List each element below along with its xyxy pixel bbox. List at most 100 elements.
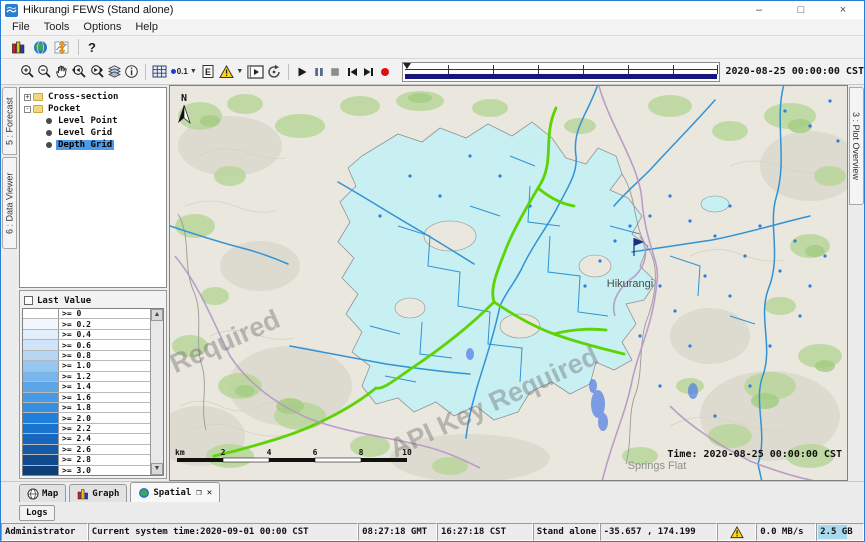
legend-row[interactable]: >= 2.2 xyxy=(23,424,150,434)
timeline-tick xyxy=(538,65,539,74)
forecast-manager-button[interactable] xyxy=(7,37,29,57)
play-button[interactable] xyxy=(294,62,311,82)
tree-item-depth-grid[interactable]: Depth Grid xyxy=(20,139,166,151)
color-swatch xyxy=(23,309,59,318)
zoom-out-button[interactable] xyxy=(36,62,53,82)
legend-row[interactable]: >= 2.6 xyxy=(23,445,150,455)
animation-settings-button[interactable] xyxy=(265,62,283,82)
menu-tools[interactable]: Tools xyxy=(37,20,77,34)
tree-item-level-point[interactable]: Level Point xyxy=(20,115,166,127)
tab-restore-icon[interactable]: ❒ xyxy=(196,488,201,498)
legend-row[interactable]: >= 0.6 xyxy=(23,340,150,350)
menu-options[interactable]: Options xyxy=(76,20,128,34)
legend-row[interactable]: >= 1.4 xyxy=(23,382,150,392)
scroll-down-icon[interactable]: ▼ xyxy=(151,463,163,475)
contour-interval-dropdown[interactable]: 0.1 ▼ xyxy=(168,62,200,82)
pause-button[interactable] xyxy=(311,62,328,82)
scroll-up-icon[interactable]: ▲ xyxy=(151,309,163,321)
menu-file[interactable]: File xyxy=(5,20,37,34)
step-forward-button[interactable] xyxy=(360,62,377,82)
warning-thresholds-dropdown[interactable]: ▼ xyxy=(216,62,246,82)
collapse-icon[interactable]: - xyxy=(24,106,31,113)
tab-data-viewer[interactable]: 6 : Data Viewer xyxy=(2,157,17,249)
legend-row[interactable]: >= 1.0 xyxy=(23,361,150,371)
legend-row[interactable]: >= 3.0 xyxy=(23,466,150,475)
legend-row-label: >= 1.8 xyxy=(59,403,91,412)
globe-icon xyxy=(138,487,150,499)
info-button[interactable] xyxy=(123,62,140,82)
tab-forecast[interactable]: 5 : Forecast xyxy=(2,87,17,155)
tab-plot-overview[interactable]: 3 : Plot Overview xyxy=(849,87,864,205)
legend-row[interactable]: >= 2.4 xyxy=(23,434,150,444)
tree-item-cross-section[interactable]: + Cross-section xyxy=(20,91,166,103)
map-canvas[interactable]: Hikurangi Springs Flat API Key Required … xyxy=(170,86,848,481)
map-display-button[interactable] xyxy=(29,37,51,57)
maximize-icon[interactable]: □ xyxy=(780,1,822,19)
spatial-display-button[interactable] xyxy=(51,37,73,57)
color-swatch xyxy=(23,361,59,370)
tab-label: Map xyxy=(42,489,58,499)
color-swatch xyxy=(23,413,59,422)
legend-scrollbar[interactable]: ▲ ▼ xyxy=(150,309,163,475)
legend-row[interactable]: >= 0.8 xyxy=(23,351,150,361)
svg-text:N: N xyxy=(181,93,187,104)
legend-editor-button[interactable]: E xyxy=(200,62,217,82)
status-user: Administrator xyxy=(1,523,88,541)
zoom-next-button[interactable] xyxy=(88,62,106,82)
status-warning-cell[interactable] xyxy=(717,523,756,541)
map-panel: Hikurangi Springs Flat API Key Required … xyxy=(169,85,848,481)
legend-row[interactable]: >= 1.8 xyxy=(23,403,150,413)
legend-row-label: >= 2.6 xyxy=(59,445,91,454)
layer-dot-icon xyxy=(46,118,52,124)
tree-item-label: Depth Grid xyxy=(56,140,114,150)
last-value-checkbox[interactable] xyxy=(24,296,33,305)
logs-button[interactable]: Logs xyxy=(19,505,55,521)
status-mode: Stand alone xyxy=(533,523,600,541)
tab-graph[interactable]: Graph xyxy=(69,484,127,502)
legend-row-label: >= 1.4 xyxy=(59,382,91,391)
title-bar: Hikurangi FEWS (Stand alone) – □ × xyxy=(1,1,864,19)
scale-tick: 2 xyxy=(221,448,226,457)
folder-icon xyxy=(33,93,43,101)
color-swatch xyxy=(23,382,59,391)
status-transfer-rate: 0.0 MB/s xyxy=(756,523,816,541)
timeline-progress-bar xyxy=(405,74,717,79)
spatial-chart-icon xyxy=(54,40,70,55)
legend-row[interactable]: >= 1.6 xyxy=(23,393,150,403)
color-swatch xyxy=(23,330,59,339)
grid-display-button[interactable] xyxy=(151,62,168,82)
legend-row[interactable]: >= 2.8 xyxy=(23,455,150,465)
minimize-icon[interactable]: – xyxy=(738,1,780,19)
legend-row[interactable]: >= 2.0 xyxy=(23,413,150,423)
record-button[interactable] xyxy=(377,62,394,82)
expand-icon[interactable]: + xyxy=(24,94,31,101)
chevron-down-icon: ▼ xyxy=(190,68,197,75)
tree-item-pocket[interactable]: - Pocket xyxy=(20,103,166,115)
layers-button[interactable] xyxy=(106,62,123,82)
map-time-label: Time: 2020-08-25 00:00:00 CST xyxy=(667,448,842,460)
step-backward-button[interactable] xyxy=(344,62,361,82)
color-swatch xyxy=(23,340,59,349)
stop-button[interactable] xyxy=(327,62,344,82)
close-icon[interactable]: × xyxy=(822,1,864,19)
pan-hand-button[interactable] xyxy=(53,62,70,82)
tab-spatial[interactable]: Spatial ❒ ✕ xyxy=(130,482,220,502)
warning-icon xyxy=(730,526,744,539)
zoom-in-button[interactable] xyxy=(19,62,36,82)
legend-row[interactable]: >= 1.2 xyxy=(23,372,150,382)
tree-item-level-grid[interactable]: Level Grid xyxy=(20,127,166,139)
legend-row[interactable]: >= 0 xyxy=(23,309,150,319)
tree-item-label: Level Grid xyxy=(56,128,114,138)
timeline-slider[interactable] xyxy=(402,62,720,82)
tab-close-icon[interactable]: ✕ xyxy=(207,488,212,498)
legend-row[interactable]: >= 0.4 xyxy=(23,330,150,340)
help-button[interactable]: ? xyxy=(84,40,100,55)
menu-help[interactable]: Help xyxy=(128,20,165,34)
movie-export-button[interactable] xyxy=(246,62,265,82)
zoom-previous-button[interactable] xyxy=(70,62,88,82)
legend-row[interactable]: >= 0.2 xyxy=(23,319,150,329)
layer-dot-icon xyxy=(46,142,52,148)
legend-color-scale: >= 0 >= 0.2 >= 0.4 >= 0.6 >= 0.8 >= 1.0 … xyxy=(23,309,150,475)
tab-map[interactable]: Map xyxy=(19,484,66,502)
scale-tick: 8 xyxy=(359,448,364,457)
